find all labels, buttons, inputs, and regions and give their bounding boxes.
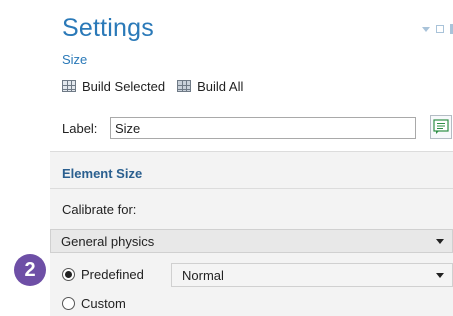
build-all-button[interactable]: Build All	[177, 76, 243, 96]
section-underline	[50, 188, 453, 189]
build-selected-icon	[62, 80, 76, 92]
calibrate-for-select[interactable]: General physics	[50, 229, 453, 253]
chevron-down-icon	[436, 273, 444, 278]
window-controls	[422, 24, 453, 34]
calibrate-for-label: Calibrate for:	[62, 202, 137, 217]
section-divider	[50, 151, 453, 152]
element-size-section-title[interactable]: Element Size	[62, 166, 142, 181]
custom-radio[interactable]	[62, 296, 75, 310]
custom-option[interactable]: Custom	[62, 293, 126, 313]
build-selected-button[interactable]: Build Selected	[62, 76, 165, 96]
chevron-down-icon[interactable]	[422, 26, 430, 32]
predefined-option[interactable]: Predefined	[62, 264, 144, 284]
label-input[interactable]	[110, 117, 416, 139]
build-toolbar: Build Selected Build All	[62, 76, 243, 96]
build-all-label: Build All	[197, 78, 244, 94]
comment-button[interactable]	[430, 115, 452, 139]
settings-panel: Settings Size Build Selected Build All L…	[50, 0, 453, 316]
calibrate-for-value: General physics	[61, 233, 155, 249]
build-selected-label: Build Selected	[82, 78, 166, 94]
custom-label: Custom	[81, 295, 126, 311]
predefined-size-select[interactable]: Normal	[171, 263, 453, 287]
label-row: Label:	[62, 117, 416, 139]
chevron-down-icon	[436, 239, 444, 244]
maximize-icon[interactable]	[436, 25, 444, 33]
predefined-size-value: Normal	[182, 267, 224, 283]
label-caption: Label:	[62, 120, 98, 136]
predefined-radio[interactable]	[62, 267, 75, 281]
panel-subtitle: Size	[62, 52, 88, 67]
step-number-badge: 2	[14, 254, 46, 286]
build-all-icon	[177, 80, 192, 92]
predefined-label: Predefined	[81, 266, 144, 282]
panel-title: Settings	[62, 14, 154, 42]
comment-icon	[433, 119, 449, 134]
